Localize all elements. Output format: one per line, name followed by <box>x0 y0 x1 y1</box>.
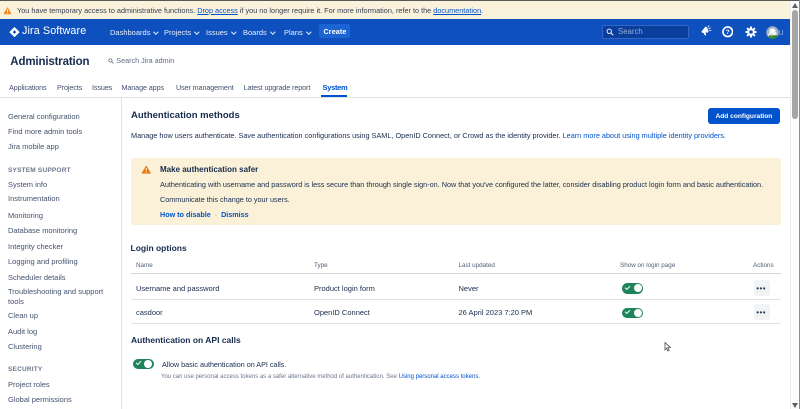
svg-text:?: ? <box>725 29 729 36</box>
